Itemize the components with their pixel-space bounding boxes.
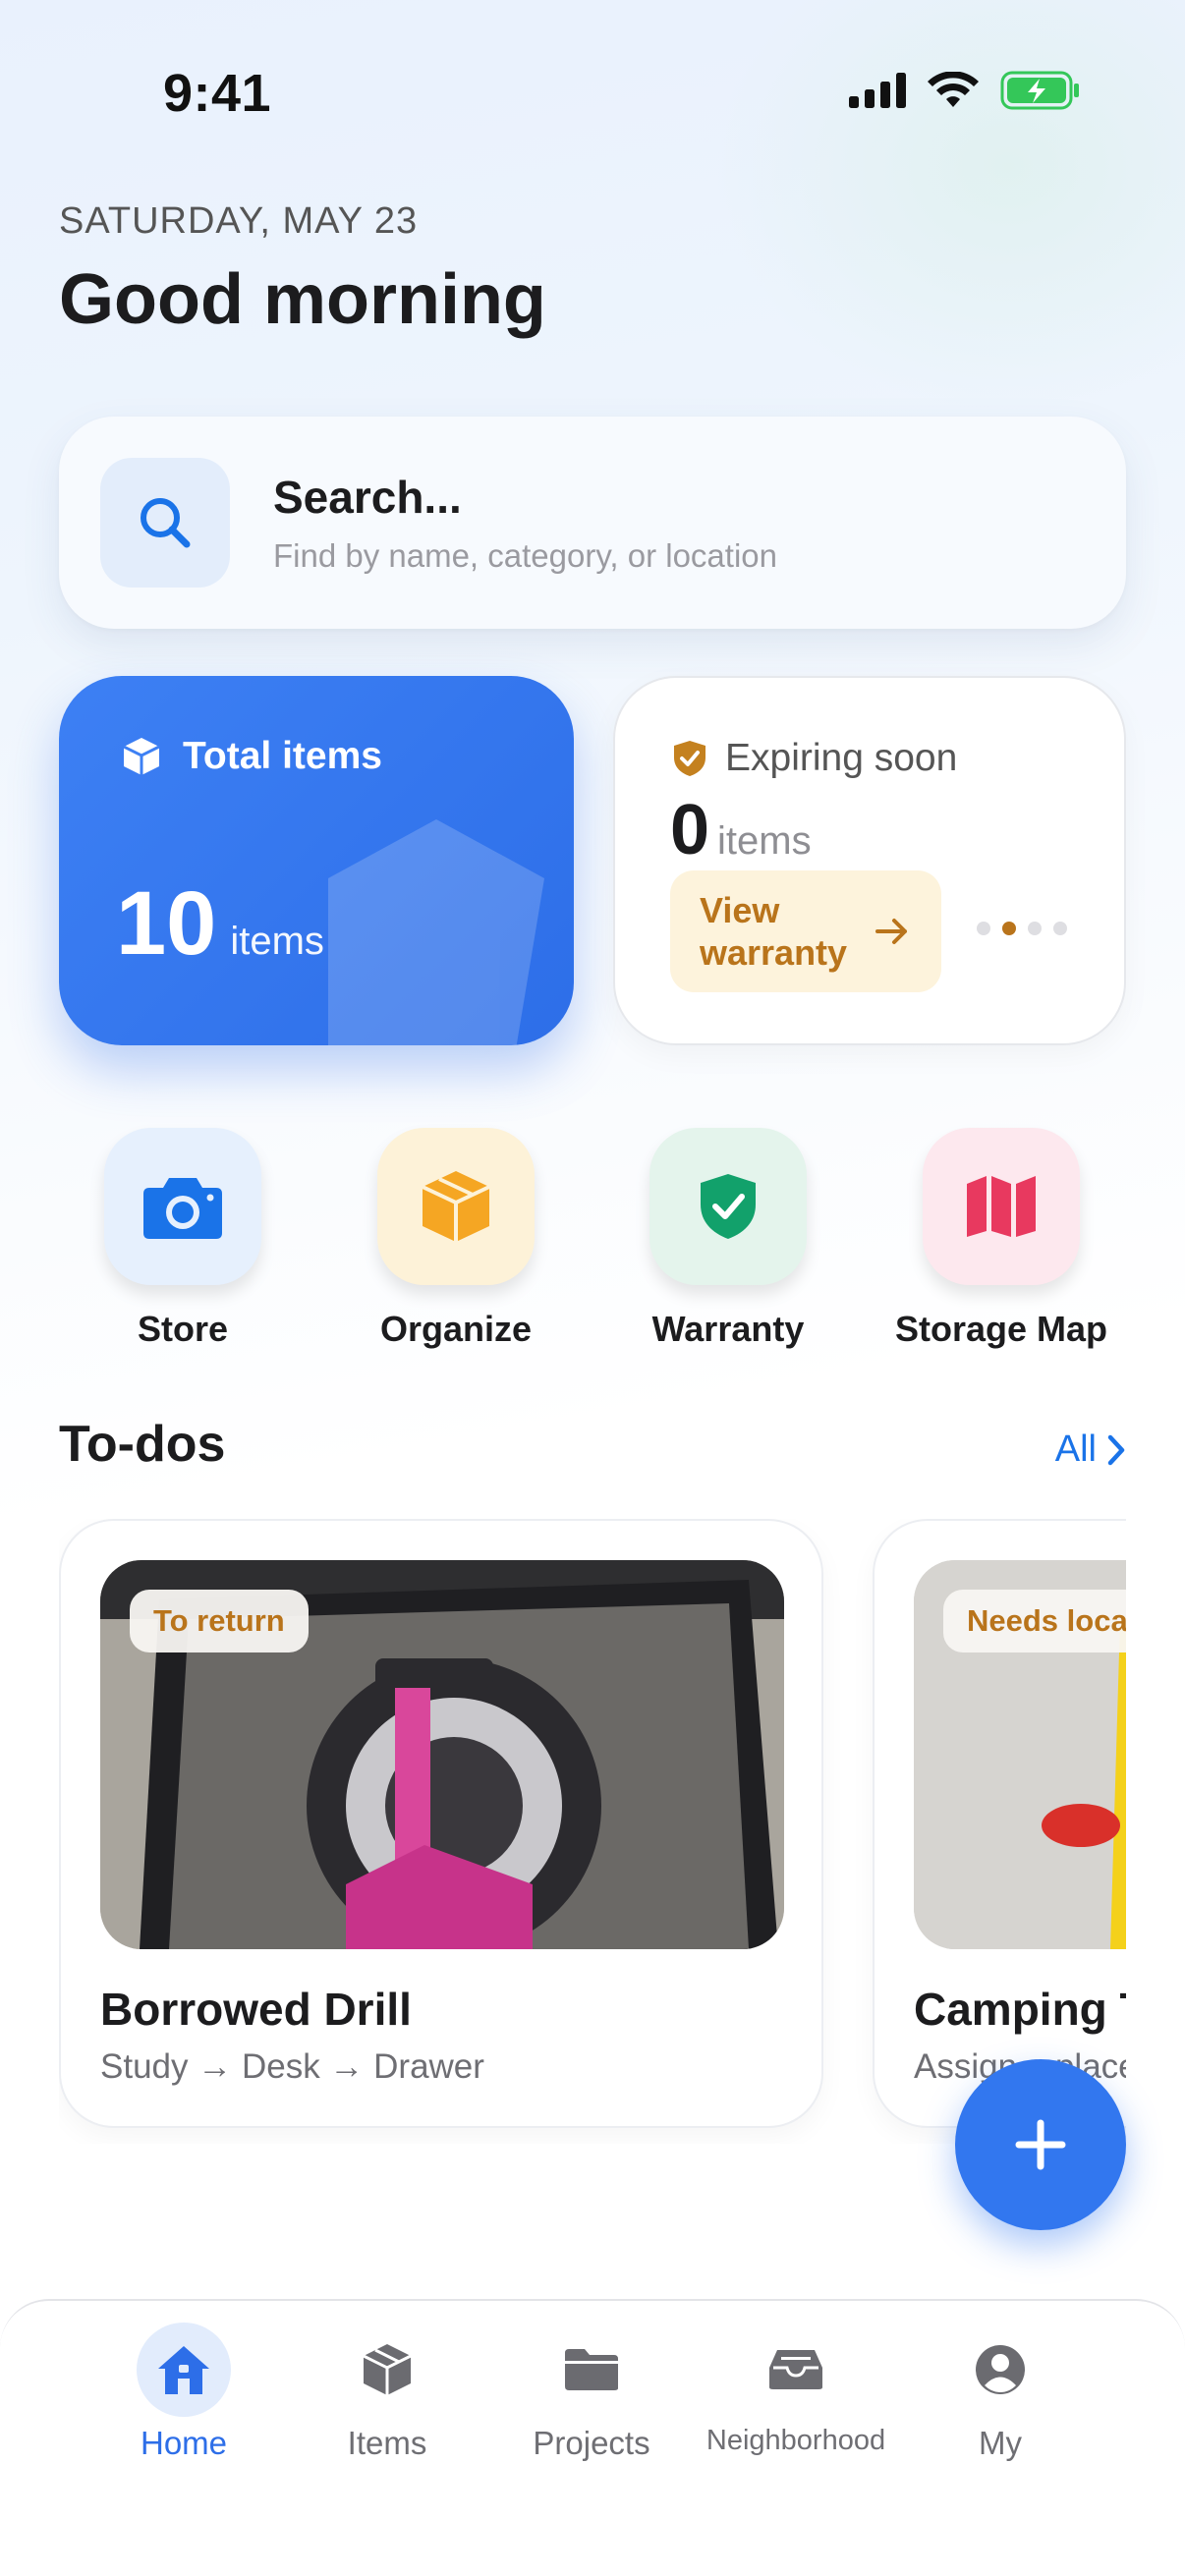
- expiring-soon-card[interactable]: Expiring soon 0 items View warranty: [613, 676, 1126, 1045]
- quick-action-store[interactable]: Store: [65, 1128, 301, 1350]
- arrow-right-icon: [875, 919, 907, 944]
- camera-icon: [143, 1178, 222, 1239]
- tab-bar: Home Items Projects Neighborhood My: [0, 2299, 1185, 2576]
- inbox-icon: [769, 2350, 822, 2389]
- expiring-count: 0: [670, 791, 710, 869]
- expiring-soon-label: Expiring soon: [725, 737, 958, 779]
- todo-name: Camping Tent: [914, 1984, 1126, 2035]
- quick-action-label: Storage Map: [894, 1309, 1108, 1349]
- add-item-button[interactable]: [955, 2059, 1126, 2230]
- todo-tag: Needs location: [943, 1590, 1126, 1652]
- search-icon: [100, 458, 230, 588]
- total-items-label: Total items: [183, 735, 382, 777]
- tab-neighborhood[interactable]: Neighborhood: [698, 2321, 894, 2457]
- search-bar[interactable]: Search... Find by name, category, or loc…: [59, 417, 1126, 629]
- greeting-title: Good morning: [59, 260, 546, 339]
- todos-all-label: All: [1054, 1428, 1097, 1470]
- todos-all-link[interactable]: All: [1055, 1428, 1126, 1471]
- background-glow: [713, 0, 1185, 413]
- tab-label: Projects: [533, 2425, 650, 2461]
- plus-icon: [1015, 2119, 1066, 2170]
- quick-action-warranty[interactable]: Warranty: [610, 1128, 846, 1350]
- map-icon: [967, 1176, 1036, 1237]
- tab-home[interactable]: Home: [85, 2321, 282, 2462]
- status-icons: [849, 71, 1081, 110]
- box-icon: [363, 2344, 412, 2395]
- home-screen: 9:41 SATURDAY, MAY 23 Good morning Searc…: [0, 0, 1185, 2576]
- date-label: SATURDAY, MAY 23: [59, 200, 419, 242]
- tab-label: Items: [347, 2425, 427, 2461]
- wifi-icon: [928, 72, 979, 107]
- todo-card[interactable]: Needs location Camping Tent Assign a pla…: [873, 1519, 1126, 2128]
- todo-name: Borrowed Drill: [100, 1984, 412, 2035]
- expiring-unit: items: [717, 819, 812, 863]
- search-title: Search...: [273, 472, 462, 523]
- folder-icon: [565, 2349, 618, 2390]
- view-warranty-label: View warranty: [700, 890, 848, 973]
- page-dot: [1028, 922, 1042, 935]
- todos-carousel[interactable]: To return Borrowed Drill Study → Desk → …: [59, 1519, 1126, 2144]
- status-time: 9:41: [163, 64, 272, 123]
- quick-action-storage-map[interactable]: Storage Map: [883, 1128, 1119, 1350]
- tab-label: My: [979, 2425, 1022, 2461]
- search-placeholder: Find by name, category, or location: [273, 537, 777, 574]
- cube-icon: [123, 738, 160, 775]
- chevron-right-icon: [1107, 1434, 1125, 1465]
- home-icon: [158, 2346, 209, 2394]
- page-dot: [977, 922, 990, 935]
- tab-my[interactable]: My: [902, 2321, 1099, 2462]
- page-dot: [1053, 922, 1067, 935]
- total-items-unit: items: [230, 920, 324, 963]
- shield-check-icon: [701, 1174, 756, 1239]
- tab-projects[interactable]: Projects: [493, 2321, 690, 2462]
- quick-action-label: Warranty: [651, 1309, 805, 1349]
- todo-photo: Needs location: [914, 1560, 1126, 1949]
- page-indicator[interactable]: [977, 922, 1067, 935]
- todos-title: To-dos: [59, 1416, 226, 1473]
- todo-tag: To return: [130, 1590, 309, 1652]
- page-dot-active: [1002, 922, 1016, 935]
- signal-icon: [849, 73, 906, 108]
- tab-items[interactable]: Items: [289, 2321, 485, 2462]
- total-items-count: 10: [116, 873, 217, 974]
- todo-location-path: Study → Desk → Drawer: [100, 2047, 484, 2086]
- tab-label: Neighborhood: [705, 2425, 886, 2456]
- person-icon: [976, 2345, 1025, 2394]
- battery-charging-icon: [1000, 71, 1079, 110]
- view-warranty-button[interactable]: View warranty: [670, 870, 941, 992]
- quick-action-label: Store: [137, 1309, 229, 1349]
- box-watermark-icon: [328, 819, 544, 1045]
- box-icon: [422, 1171, 490, 1242]
- quick-action-label: Organize: [379, 1309, 533, 1349]
- tab-label: Home: [140, 2425, 228, 2461]
- todo-photo: To return: [100, 1560, 784, 1949]
- quick-action-organize[interactable]: Organize: [338, 1128, 574, 1350]
- todo-card[interactable]: To return Borrowed Drill Study → Desk → …: [59, 1519, 823, 2128]
- total-items-card[interactable]: Total items 10 items: [59, 676, 574, 1045]
- shield-check-icon: [674, 741, 705, 776]
